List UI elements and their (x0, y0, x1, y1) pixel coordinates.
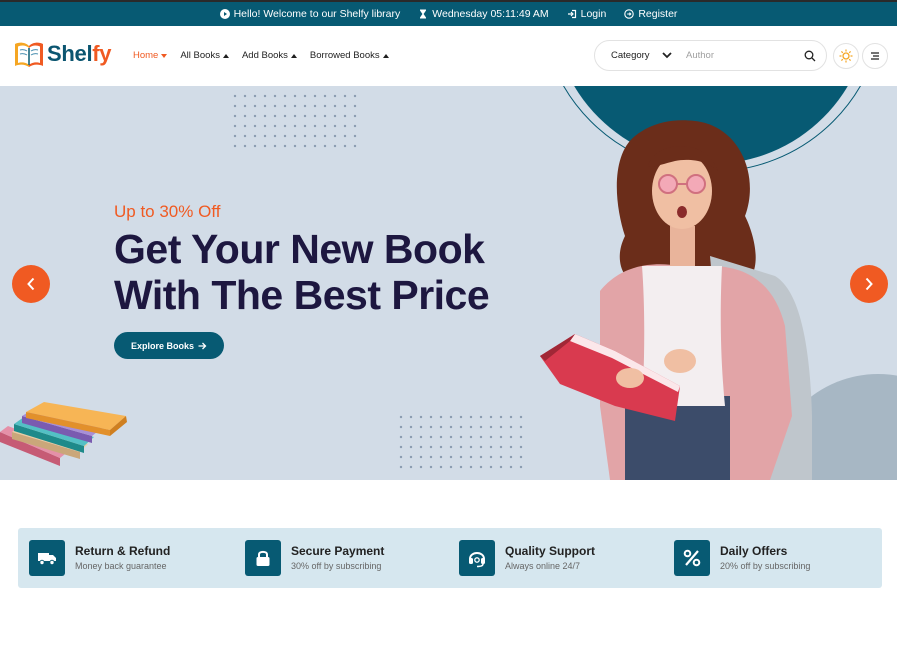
feature-title: Quality Support (505, 543, 595, 558)
welcome-message: Hello! Welcome to our Shelfy library (219, 8, 401, 20)
feature-icon-box (674, 540, 710, 576)
login-link[interactable]: Login (567, 8, 607, 20)
nav-item-borrowed-books[interactable]: Borrowed Books (310, 50, 389, 61)
carousel-prev-button[interactable] (12, 265, 50, 303)
caret-down-icon (161, 53, 168, 58)
decorative-dot-grid (396, 412, 528, 470)
feature-icon-box (29, 540, 65, 576)
chevron-left-icon (27, 277, 35, 291)
truck-icon (38, 553, 56, 566)
search-bar: Category (594, 40, 827, 71)
chevron-right-icon (865, 277, 873, 291)
open-book-logo-icon (15, 42, 43, 67)
theme-toggle-button[interactable] (833, 43, 859, 69)
feature-subtitle: Always online 24/7 (505, 560, 581, 571)
decorative-dot-grid (230, 91, 362, 149)
menu-lines-icon (871, 52, 879, 60)
category-select[interactable]: Category (595, 41, 678, 70)
nav-item-label: All Books (180, 50, 220, 61)
feature-quality-support: Quality Support Always online 24/7 (459, 540, 595, 576)
hero-banner: Up to 30% Off Get Your New Book With The… (0, 86, 897, 480)
register-icon (624, 9, 635, 19)
explore-books-button[interactable]: Explore Books (114, 332, 224, 359)
explore-books-label: Explore Books (130, 340, 195, 351)
hero-headline-line1: Get Your New Book (114, 226, 485, 272)
clock: Wednesday 05:11:49 AM (418, 8, 549, 20)
chevron-down-icon (662, 52, 672, 59)
nav-item-add-books[interactable]: Add Books (242, 50, 297, 61)
headset-icon (469, 552, 485, 568)
hero-offer-text: Up to 30% Off (114, 202, 221, 221)
feature-daily-offers: Daily Offers 20% off by subscribing (674, 540, 810, 576)
brand-name-primary: Shel (47, 41, 93, 66)
nav-item-label: Add Books (241, 50, 288, 61)
brand-logo[interactable]: Shelfy (14, 40, 112, 68)
register-link[interactable]: Register (624, 8, 677, 20)
menu-button[interactable] (862, 43, 888, 69)
caret-up-icon (382, 53, 389, 58)
brand-name: Shelfy (47, 41, 112, 67)
feature-icon-box (459, 540, 495, 576)
welcome-text: Hello! Welcome to our Shelfy library (233, 8, 401, 20)
brand-name-accent: fy (92, 41, 112, 66)
login-icon (567, 9, 576, 19)
main-menu: Home All Books Add Books Borrowed Books (133, 50, 389, 61)
feature-subtitle: 20% off by subscribing (720, 560, 811, 571)
hero-headline: Get Your New Book With The Best Price (114, 226, 490, 318)
hero-headline-line2: With The Best Price (114, 272, 490, 318)
nav-item-all-books[interactable]: All Books (180, 50, 229, 61)
features-strip: Return & Refund Money back guarantee Sec… (18, 528, 882, 588)
feature-secure-payment: Secure Payment 30% off by subscribing (245, 540, 384, 576)
feature-return-refund: Return & Refund Money back guarantee (29, 540, 170, 576)
datetime-text: Wednesday 05:11:49 AM (432, 8, 549, 20)
percent-icon (683, 549, 701, 567)
woman-reading-illustration (540, 120, 812, 480)
top-announcement-bar: Hello! Welcome to our Shelfy library Wed… (0, 0, 897, 26)
category-label: Category (611, 50, 650, 61)
caret-up-icon (222, 53, 229, 58)
feature-title: Daily Offers (720, 543, 788, 558)
arrow-right-icon (198, 342, 207, 349)
lock-icon (256, 550, 270, 566)
nav-item-home[interactable]: Home (133, 50, 168, 61)
login-label: Login (580, 8, 607, 20)
carousel-next-button[interactable] (850, 265, 888, 303)
author-search-input[interactable] (686, 50, 796, 61)
feature-icon-box (245, 540, 281, 576)
feature-subtitle: Money back guarantee (75, 560, 167, 571)
feature-title: Return & Refund (75, 543, 171, 558)
hourglass-icon (420, 9, 427, 19)
feature-title: Secure Payment (291, 543, 385, 558)
caret-up-icon (290, 53, 297, 58)
feature-subtitle: 30% off by subscribing (291, 560, 382, 571)
books-stack-illustration (0, 402, 127, 466)
sun-icon (839, 49, 853, 63)
register-label: Register (638, 8, 678, 20)
play-circle-icon (219, 9, 230, 19)
main-navbar: Shelfy Home All Books Add Books Borrowed… (0, 26, 897, 86)
search-icon[interactable] (804, 50, 816, 62)
nav-item-label: Home (133, 50, 159, 61)
nav-item-label: Borrowed Books (309, 50, 380, 61)
